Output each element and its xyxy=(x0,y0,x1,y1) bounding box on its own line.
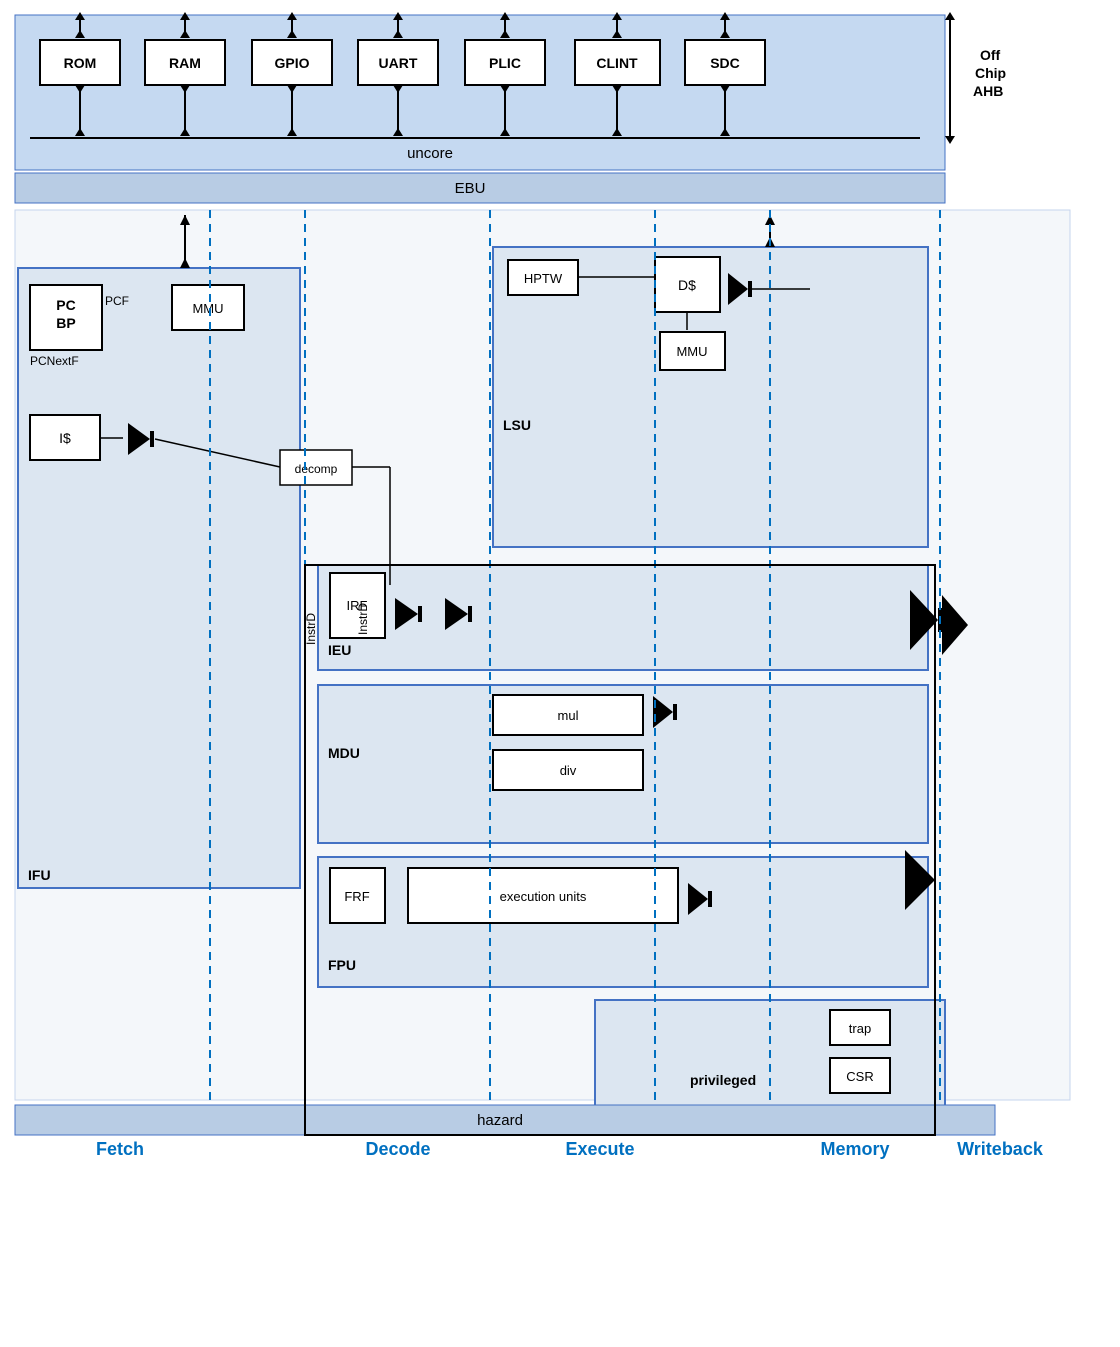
svg-text:InstrD: InstrD xyxy=(356,603,370,635)
svg-text:IEU: IEU xyxy=(328,642,351,658)
svg-text:uncore: uncore xyxy=(407,145,453,162)
svg-text:div: div xyxy=(560,763,577,778)
svg-text:Chip: Chip xyxy=(975,65,1006,81)
svg-text:mul: mul xyxy=(558,708,579,723)
svg-text:IRF: IRF xyxy=(347,598,368,613)
svg-text:Decode: Decode xyxy=(365,1139,430,1159)
svg-text:D$: D$ xyxy=(678,277,696,293)
svg-text:Off: Off xyxy=(980,47,1001,63)
svg-text:decomp: decomp xyxy=(295,462,338,476)
svg-text:InstrD: InstrD xyxy=(304,613,318,645)
svg-text:CSR: CSR xyxy=(846,1069,873,1084)
svg-text:trap: trap xyxy=(849,1021,871,1036)
svg-text:GPIO: GPIO xyxy=(274,55,309,71)
svg-text:PCF: PCF xyxy=(105,294,129,308)
svg-text:EBU: EBU xyxy=(455,180,486,197)
svg-text:AHB: AHB xyxy=(973,83,1003,99)
svg-text:Fetch: Fetch xyxy=(96,1139,144,1159)
svg-text:CLINT: CLINT xyxy=(596,55,638,71)
svg-text:privileged: privileged xyxy=(690,1072,756,1088)
svg-text:BP: BP xyxy=(56,315,75,331)
svg-text:ROM: ROM xyxy=(64,55,97,71)
svg-text:LSU: LSU xyxy=(503,417,531,433)
svg-text:PLIC: PLIC xyxy=(489,55,521,71)
svg-text:execution units: execution units xyxy=(500,889,587,904)
svg-text:HPTW: HPTW xyxy=(524,271,563,286)
svg-text:IFU: IFU xyxy=(28,867,51,883)
svg-text:RAM: RAM xyxy=(169,55,201,71)
svg-text:MMU: MMU xyxy=(676,344,707,359)
svg-text:Memory: Memory xyxy=(820,1139,889,1159)
svg-text:Writeback: Writeback xyxy=(957,1139,1044,1159)
svg-text:I$: I$ xyxy=(59,430,71,446)
svg-text:SDC: SDC xyxy=(710,55,740,71)
svg-text:PCNextF: PCNextF xyxy=(30,354,79,368)
svg-text:hazard: hazard xyxy=(477,1112,523,1129)
svg-text:MMU: MMU xyxy=(192,301,223,316)
svg-text:UART: UART xyxy=(379,55,418,71)
svg-text:FPU: FPU xyxy=(328,957,356,973)
svg-text:FRF: FRF xyxy=(344,889,369,904)
svg-text:PC: PC xyxy=(56,297,75,313)
svg-text:Execute: Execute xyxy=(565,1139,634,1159)
svg-text:MDU: MDU xyxy=(328,745,360,761)
